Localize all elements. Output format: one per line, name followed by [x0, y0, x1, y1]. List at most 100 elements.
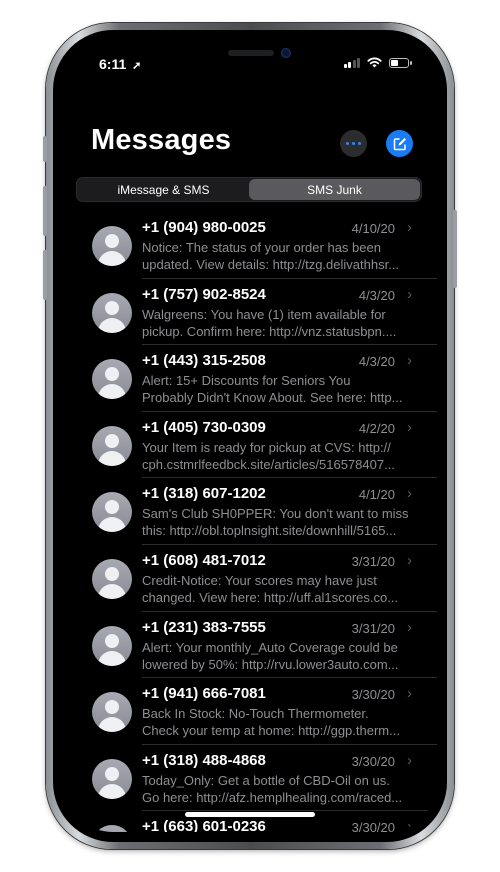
message-preview: Your Item is ready for pickup at CVS: ht… [142, 439, 412, 473]
message-sender: +1 (608) 481-7012 [142, 551, 266, 569]
message-row[interactable]: +1 (318) 607-1202 4/1/20 › Sam's Club SH0PP… [63, 478, 437, 545]
contact-avatar-icon [92, 425, 132, 466]
chevron-right-icon: › [407, 818, 412, 832]
message-row[interactable]: +1 (757) 902-8524 4/3/20 › Walgreens: You h… [63, 279, 437, 346]
message-preview: Notice: The status of your order has bee… [142, 239, 412, 273]
message-sender: +1 (231) 383-7555 [142, 618, 266, 636]
message-preview-line2: this: http://obl.toplnsight.site/downhil… [142, 523, 397, 539]
ellipsis-icon [345, 141, 350, 146]
chevron-right-icon: › [407, 618, 412, 636]
message-preview: Back In Stock: No-Touch Thermometer. Chec… [142, 705, 412, 739]
chevron-right-icon: › [407, 219, 412, 236]
status-time-text: 6:11 [99, 56, 127, 72]
message-row[interactable]: +1 (443) 315-2508 4/3/20 › Alert: 15+ Disco… [63, 345, 437, 412]
message-preview-line2: Check your temp at home: http://ggp.ther… [142, 723, 400, 739]
message-preview-line2: Probably Didn't Know About. See here: ht… [142, 390, 403, 406]
message-preview-line1: Your Item is ready for pickup at CVS: ht… [142, 439, 391, 455]
message-date: 3/31/20 [351, 553, 395, 569]
silent-switch [43, 136, 47, 162]
message-preview-line1: Alert: 15+ Discounts for Seniors You [142, 373, 351, 389]
message-sender: +1 (941) 666-7081 [142, 685, 266, 703]
message-date: 4/3/20 [358, 354, 395, 370]
message-preview-line1: Alert: Your monthly_Auto Coverage could … [142, 639, 398, 655]
message-sender: +1 (663) 601-0236 [142, 818, 266, 832]
message-preview-line2: cph.cstmrlfeedbck.site/articles/51657840… [142, 456, 395, 472]
contact-avatar-icon [92, 692, 132, 733]
message-preview: Walgreens: You have (1) item available f… [142, 306, 412, 340]
message-sender: +1 (318) 488-4868 [142, 751, 266, 769]
message-preview: Alert: 15+ Discounts for Seniors You Prob… [142, 372, 412, 406]
message-preview-line1: Credit-Notice: Your scores may have just [142, 572, 377, 588]
message-sender: +1 (904) 980-0025 [142, 219, 266, 236]
message-sender: +1 (443) 315-2508 [142, 352, 266, 370]
message-preview: Sam's Club SH0PPER: You don't want to mi… [142, 505, 412, 539]
chevron-right-icon: › [407, 685, 412, 703]
more-options-button[interactable] [340, 130, 367, 157]
contact-avatar-icon [92, 492, 132, 533]
front-camera [281, 48, 291, 58]
message-preview-line2: changed. View here: http://uff.al1scores… [142, 589, 399, 605]
message-preview-line1: Sam's Club SH0PPER: You don't want to mi… [142, 506, 409, 522]
message-date: 4/10/20 [351, 221, 395, 236]
contact-avatar-icon [92, 825, 132, 832]
message-date: 4/2/20 [358, 420, 395, 436]
message-row[interactable]: +1 (405) 730-0309 4/2/20 › Your Item is rea… [63, 412, 437, 479]
message-preview-line1: Back In Stock: No-Touch Thermometer. [142, 706, 369, 722]
message-sender: +1 (318) 607-1202 [142, 485, 266, 503]
chevron-right-icon: › [407, 285, 412, 303]
message-row[interactable]: +1 (608) 481-7012 3/31/20 › Credit-Notice: … [63, 545, 437, 612]
message-row[interactable]: +1 (904) 980-0025 4/10/20 › Notice: The sta… [63, 212, 437, 279]
contact-avatar-icon [92, 226, 132, 266]
location-arrow-icon: ➚ [132, 60, 142, 72]
volume-up-button [43, 186, 47, 236]
contact-avatar-icon [92, 359, 132, 400]
status-icons [343, 57, 412, 68]
chevron-right-icon: › [407, 418, 412, 436]
segment-imessage-sms[interactable]: iMessage & SMS [78, 179, 249, 200]
wifi-icon [367, 57, 382, 68]
message-row[interactable]: +1 (231) 383-7555 3/31/20 › Alert: Your mon… [63, 612, 437, 679]
home-indicator[interactable] [185, 812, 315, 817]
chevron-right-icon: › [407, 551, 412, 569]
message-sender: +1 (405) 730-0309 [142, 418, 266, 436]
message-row[interactable]: +1 (941) 666-7081 3/30/20 › Back In Stock: … [63, 678, 437, 745]
contact-avatar-icon [92, 625, 132, 666]
message-preview-line2: Go here: http://afz.hemplhealing.com/rac… [142, 789, 403, 805]
message-preview-line2: updated. View details: http://tzg.deliva… [142, 257, 400, 272]
page-title: Messages [91, 124, 232, 156]
message-preview: Today_Only: Get a bottle of CBD-Oil on u… [142, 772, 412, 806]
contact-avatar-icon [92, 292, 132, 333]
message-list: +1 (904) 980-0025 4/10/20 › Notice: The sta… [63, 212, 437, 832]
compose-button[interactable] [386, 130, 413, 157]
chevron-right-icon: › [407, 751, 412, 769]
contact-avatar-icon [92, 758, 132, 799]
message-date: 3/30/20 [351, 687, 395, 703]
cellular-signal-icon [343, 57, 360, 68]
message-preview-line1: Today_Only: Get a bottle of CBD-Oil on u… [142, 772, 390, 788]
message-preview: Credit-Notice: Your scores may have just… [142, 572, 412, 606]
filter-segmented-control: iMessage & SMS SMS Junk [76, 177, 422, 202]
message-preview-line1: Walgreens: You have (1) item available f… [142, 306, 386, 322]
message-row[interactable]: +1 (318) 488-4868 3/30/20 › Today_Only: Get… [63, 745, 437, 812]
earpiece-speaker [228, 50, 274, 56]
message-preview-line2: lowered by 50%: http://rvu.lower3auto.co… [142, 656, 399, 672]
message-date: 3/31/20 [351, 620, 395, 636]
message-preview-line1: Notice: The status of your order has bee… [142, 240, 381, 255]
segment-sms-junk[interactable]: SMS Junk [249, 179, 420, 200]
volume-down-button [43, 250, 47, 300]
message-preview-line2: pickup. Confirm here: http://vnz.statusb… [142, 323, 397, 339]
chevron-right-icon: › [407, 352, 412, 370]
phone-screen: 6:11 ➚ Messages iMessage & SMS SMS Junk … [63, 40, 437, 832]
message-preview: Alert: Your monthly_Auto Coverage could … [142, 639, 412, 673]
contact-avatar-icon [92, 558, 132, 599]
message-date: 4/1/20 [358, 487, 395, 503]
message-date: 3/30/20 [351, 820, 395, 832]
chevron-right-icon: › [407, 485, 412, 503]
message-date: 3/30/20 [351, 753, 395, 769]
message-date: 4/3/20 [358, 287, 395, 303]
message-sender: +1 (757) 902-8524 [142, 285, 266, 303]
status-time: 6:11 ➚ [99, 56, 141, 72]
compose-icon [393, 137, 406, 150]
power-button [453, 210, 457, 288]
battery-icon [389, 57, 412, 68]
